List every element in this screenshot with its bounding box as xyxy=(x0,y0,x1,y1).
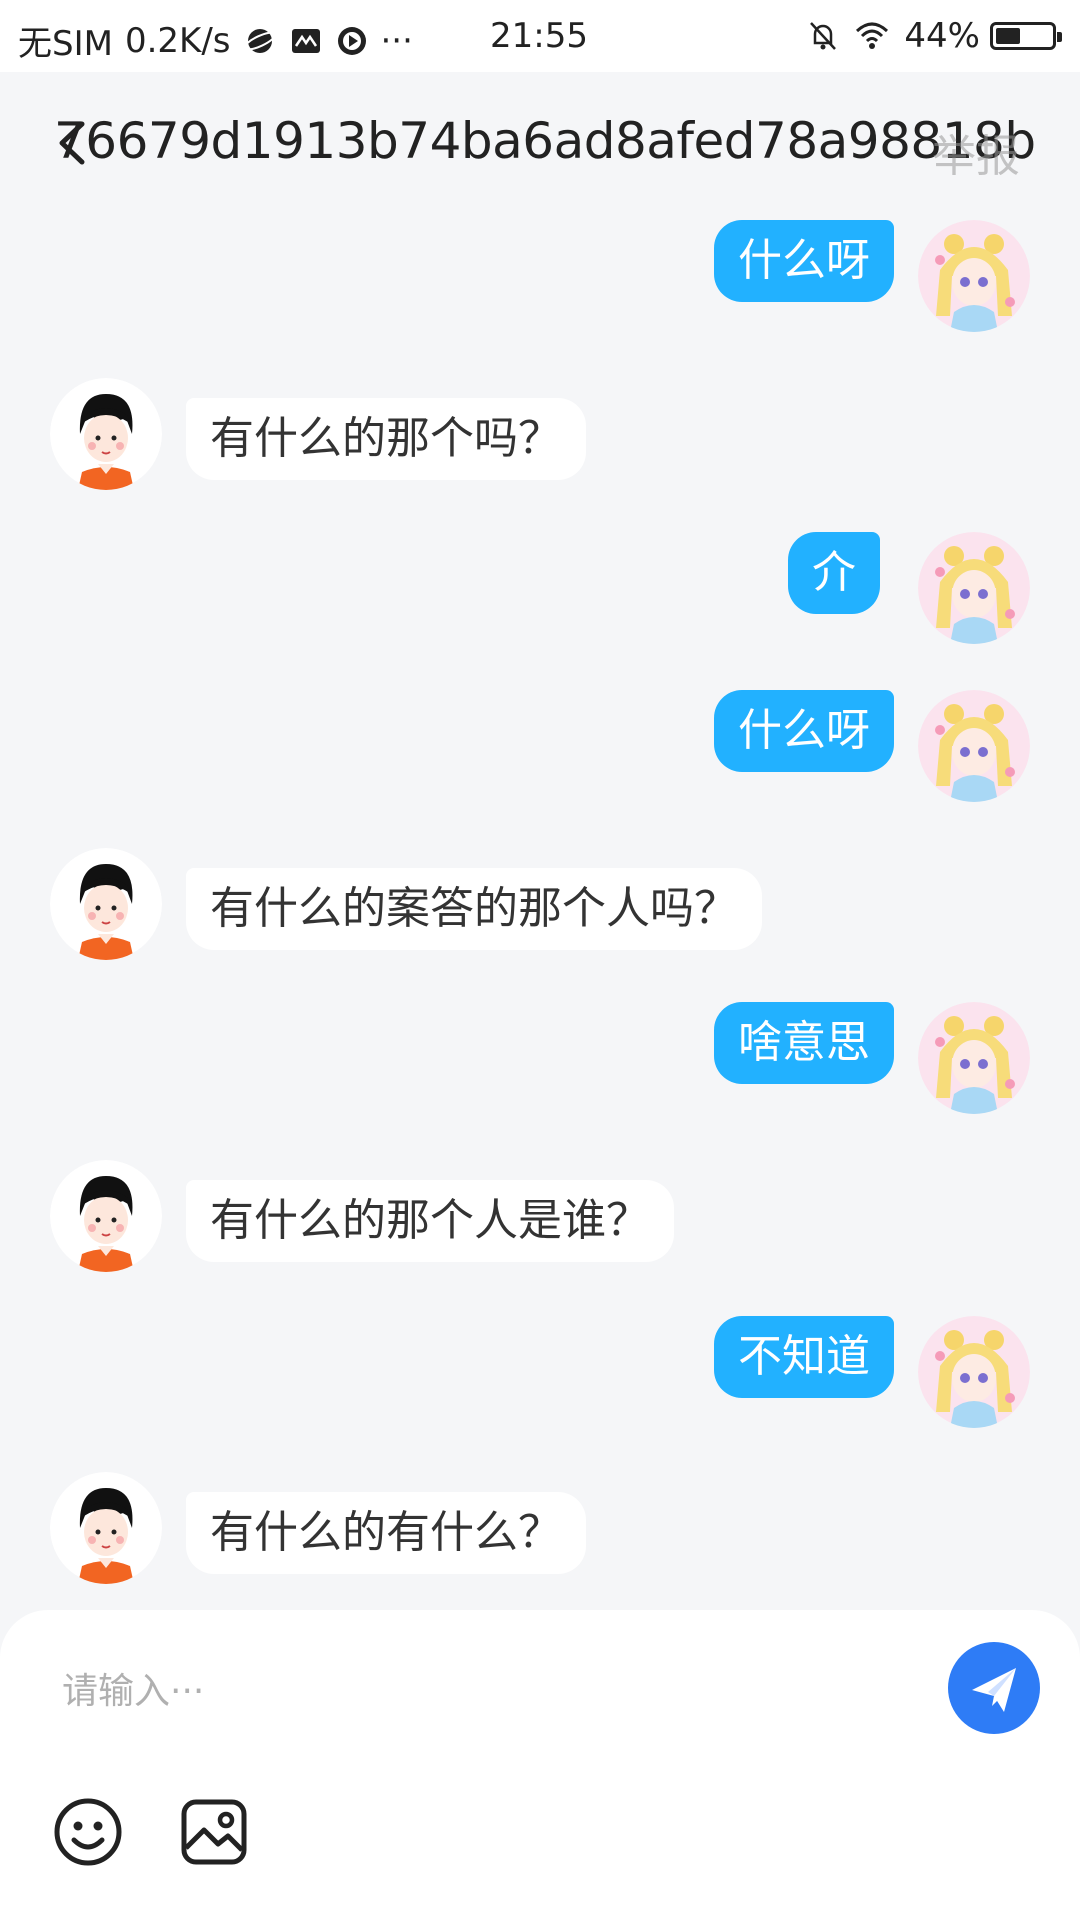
message-bubble[interactable]: 有什么的有什么？ xyxy=(186,1492,586,1574)
paper-plane-icon xyxy=(972,1668,1016,1712)
message-row: 啥意思 xyxy=(0,1002,1080,1122)
boy-avatar-icon xyxy=(50,848,162,960)
more-indicator: ··· xyxy=(380,20,413,61)
message-row: 有什么的案答的那个人吗？ xyxy=(0,848,1080,968)
message-row: 有什么的那个人是谁？ xyxy=(0,1160,1080,1280)
my-avatar[interactable] xyxy=(918,690,1030,802)
message-bubble[interactable]: 什么呀 xyxy=(714,690,894,772)
message-row: 什么呀 xyxy=(0,220,1080,340)
page-title: 76679d1913b74ba6ad8afed78a98818b xyxy=(54,112,1036,170)
message-bubble[interactable]: 介 xyxy=(788,532,880,614)
report-button[interactable]: 举报 xyxy=(932,120,1020,184)
play-icon xyxy=(337,26,366,55)
anime-girl-avatar-icon xyxy=(918,1002,1030,1114)
anime-girl-avatar-icon xyxy=(918,690,1030,802)
anime-girl-avatar-icon xyxy=(918,532,1030,644)
boy-avatar-icon xyxy=(50,1160,162,1272)
my-avatar[interactable] xyxy=(918,220,1030,332)
network-speed: 0.2K/s xyxy=(124,20,231,61)
mail-icon xyxy=(291,28,320,53)
battery-icon xyxy=(990,22,1062,50)
boy-avatar-icon xyxy=(50,1472,162,1584)
my-avatar[interactable] xyxy=(918,1316,1030,1428)
planet-icon xyxy=(242,28,277,53)
anime-girl-avatar-icon xyxy=(918,1316,1030,1428)
message-bubble[interactable]: 有什么的案答的那个人吗？ xyxy=(186,868,762,950)
message-bubble[interactable]: 有什么的那个人是谁？ xyxy=(186,1180,674,1262)
contact-avatar[interactable] xyxy=(50,1160,162,1272)
message-row: 不知道 xyxy=(0,1316,1080,1436)
carrier-label: 无SIM xyxy=(18,24,113,64)
message-composer xyxy=(0,1610,1080,1920)
message-row: 有什么的有什么？ xyxy=(0,1472,1080,1592)
clock: 21:55 xyxy=(490,16,588,56)
message-input[interactable] xyxy=(60,1650,884,1732)
message-bubble[interactable]: 不知道 xyxy=(714,1316,894,1398)
chat-header: 76679d1913b74ba6ad8afed78a98818b 举报 xyxy=(0,72,1080,212)
battery-percent: 44% xyxy=(904,16,980,56)
message-row: 有什么的那个吗？ xyxy=(0,378,1080,498)
message-row: 什么呀 xyxy=(0,690,1080,810)
mute-bell-icon xyxy=(810,22,837,50)
contact-avatar[interactable] xyxy=(50,1472,162,1584)
back-button[interactable] xyxy=(52,118,92,168)
contact-avatar[interactable] xyxy=(50,378,162,490)
message-bubble[interactable]: 啥意思 xyxy=(714,1002,894,1084)
message-bubble[interactable]: 什么呀 xyxy=(714,220,894,302)
wifi-icon xyxy=(856,22,889,49)
status-bar: 无SIM 0.2K/s ··· 21:55 44% xyxy=(0,0,1080,72)
boy-avatar-icon xyxy=(50,378,162,490)
image-button[interactable] xyxy=(178,1796,250,1868)
contact-avatar[interactable] xyxy=(50,848,162,960)
my-avatar[interactable] xyxy=(918,1002,1030,1114)
my-avatar[interactable] xyxy=(918,532,1030,644)
message-row: 介 xyxy=(0,532,1080,652)
send-button[interactable] xyxy=(948,1642,1040,1734)
message-bubble[interactable]: 有什么的那个吗？ xyxy=(186,398,586,480)
emoji-button[interactable] xyxy=(52,1796,124,1868)
anime-girl-avatar-icon xyxy=(918,220,1030,332)
